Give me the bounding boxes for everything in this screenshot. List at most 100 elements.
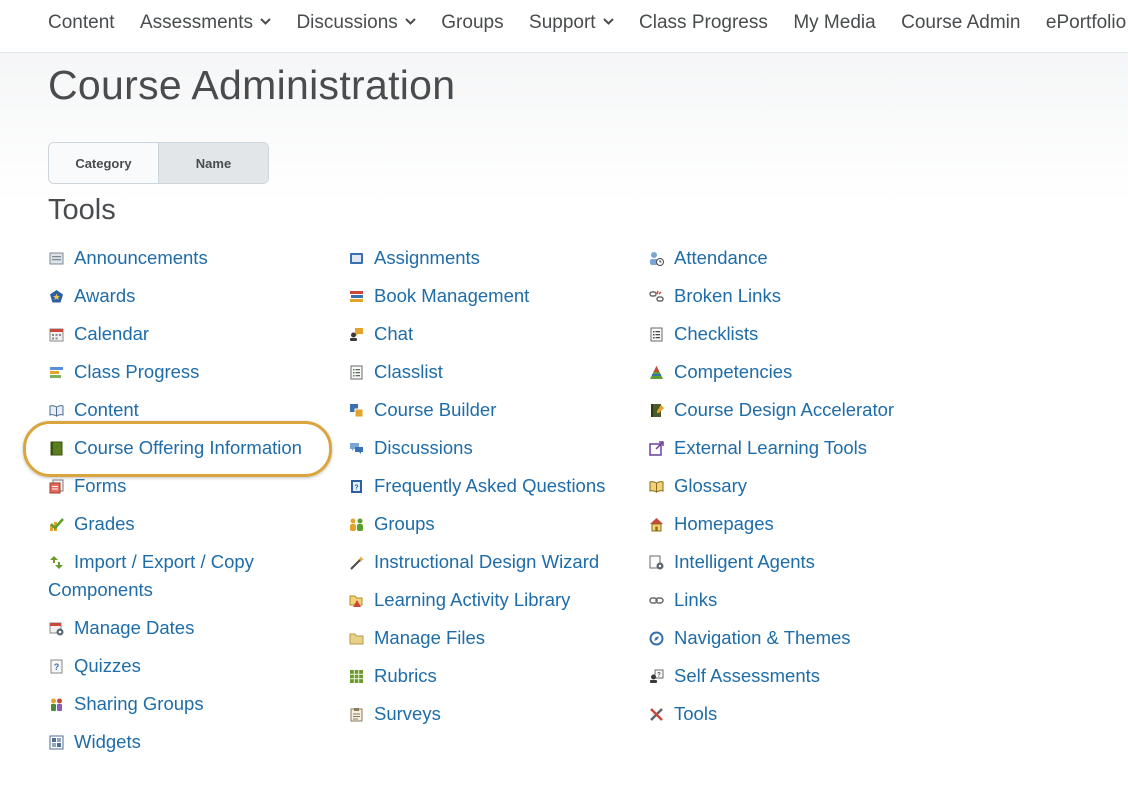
activity-library-icon xyxy=(349,593,364,608)
nav-groups[interactable]: Groups xyxy=(441,12,503,34)
tool-broken-links[interactable]: Broken Links xyxy=(648,282,968,310)
tool-faq[interactable]: ? Frequently Asked Questions xyxy=(348,472,638,500)
tool-label: Course Design Accelerator xyxy=(674,399,895,420)
tool-forms[interactable]: Forms xyxy=(48,472,338,500)
tool-content[interactable]: Content xyxy=(48,396,338,424)
assignments-icon xyxy=(349,251,364,266)
nav-label: ePortfolio xyxy=(1045,12,1127,33)
announcements-icon xyxy=(49,251,64,266)
tool-learning-activity-library[interactable]: Learning Activity Library xyxy=(348,586,638,614)
tool-self-assessments[interactable]: ? Self Assessments xyxy=(648,662,968,690)
tool-label: Frequently Asked Questions xyxy=(374,475,606,496)
tool-label: Instructional Design Wizard xyxy=(374,551,600,572)
tool-label: Rubrics xyxy=(374,665,437,686)
nav-assessments[interactable]: Assessments xyxy=(140,12,271,34)
page-title: Course Administration xyxy=(48,62,456,108)
tool-label: Tools xyxy=(674,703,718,724)
tool-surveys[interactable]: Surveys xyxy=(348,700,638,728)
tool-label: Awards xyxy=(74,285,136,306)
faq-icon: ? xyxy=(349,479,364,494)
tool-class-progress[interactable]: Class Progress xyxy=(48,358,338,386)
nav-label: Support xyxy=(529,12,596,33)
self-assessments-icon: ? xyxy=(649,669,664,684)
tool-intelligent-agents[interactable]: Intelligent Agents xyxy=(648,548,968,576)
tool-glossary[interactable]: Glossary xyxy=(648,472,968,500)
tool-competencies[interactable]: Competencies xyxy=(648,358,968,386)
nav-discussions[interactable]: Discussions xyxy=(296,12,416,34)
nav-my-media[interactable]: My Media xyxy=(793,12,875,34)
tool-awards[interactable]: Awards xyxy=(48,282,338,310)
intelligent-agents-icon xyxy=(649,555,664,570)
nav-label: Groups xyxy=(441,12,504,33)
navigation-icon xyxy=(649,631,664,646)
tool-label: Navigation & Themes xyxy=(674,627,851,648)
broken-links-icon xyxy=(649,289,664,304)
svg-text:?: ? xyxy=(354,485,358,492)
tool-course-builder[interactable]: Course Builder xyxy=(348,396,638,424)
tool-label: Surveys xyxy=(374,703,441,724)
tool-label: Discussions xyxy=(374,437,473,458)
nav-support[interactable]: Support xyxy=(529,12,614,34)
tool-navigation-themes[interactable]: Navigation & Themes xyxy=(648,624,968,652)
tool-links[interactable]: Links xyxy=(648,586,968,614)
tool-external-learning-tools[interactable]: External Learning Tools xyxy=(648,434,968,462)
tool-label: Forms xyxy=(74,475,127,496)
chevron-down-icon xyxy=(602,18,614,25)
tool-sharing-groups[interactable]: Sharing Groups xyxy=(48,690,338,718)
widgets-icon xyxy=(49,735,64,750)
tool-label: Sharing Groups xyxy=(74,693,204,714)
tool-attendance[interactable]: Attendance xyxy=(648,244,968,272)
grades-icon xyxy=(49,517,64,532)
nav-course-admin[interactable]: Course Admin xyxy=(901,12,1020,34)
tool-course-offering-information[interactable]: Course Offering Information xyxy=(23,421,338,477)
classlist-icon xyxy=(349,365,364,380)
nav-label: Assessments xyxy=(140,12,253,33)
class-progress-icon xyxy=(49,365,64,380)
tool-label: Chat xyxy=(374,323,414,344)
nav-eportfolio[interactable]: ePortfolio xyxy=(1046,12,1126,34)
tool-label: Broken Links xyxy=(674,285,781,306)
tool-tools[interactable]: Tools xyxy=(648,700,968,728)
tool-discussions[interactable]: Discussions xyxy=(348,434,638,462)
tool-label: Announcements xyxy=(74,247,208,268)
chat-icon xyxy=(349,327,364,342)
tool-manage-files[interactable]: Manage Files xyxy=(348,624,638,652)
tool-label: Book Management xyxy=(374,285,530,306)
category-view-button[interactable]: Category xyxy=(49,143,159,183)
tool-label: Import / Export / Copy Components xyxy=(48,551,254,600)
nav-label: Course Admin xyxy=(901,12,1021,33)
tool-widgets[interactable]: Widgets xyxy=(48,728,338,756)
nav-content[interactable]: Content xyxy=(48,12,115,34)
tool-book-management[interactable]: Book Management xyxy=(348,282,638,310)
name-view-button[interactable]: Name xyxy=(159,143,268,183)
tool-grades[interactable]: Grades xyxy=(48,510,338,538)
tool-rubrics[interactable]: Rubrics xyxy=(348,662,638,690)
tool-label: External Learning Tools xyxy=(674,437,868,458)
tool-classlist[interactable]: Classlist xyxy=(348,358,638,386)
chevron-down-icon xyxy=(405,18,416,25)
tool-label: Grades xyxy=(74,513,135,534)
tool-import-export-copy[interactable]: Import / Export / Copy Components xyxy=(48,548,308,604)
tool-manage-dates[interactable]: Manage Dates xyxy=(48,614,338,642)
tool-checklists[interactable]: Checklists xyxy=(648,320,968,348)
tool-groups[interactable]: Groups xyxy=(348,510,638,538)
tool-label: Competencies xyxy=(674,361,793,382)
tool-course-design-accelerator[interactable]: Course Design Accelerator xyxy=(648,396,968,424)
svg-text:?: ? xyxy=(657,673,661,679)
tool-label: Course Offering Information xyxy=(74,437,302,458)
nav-label: Content xyxy=(48,12,115,33)
sharing-groups-icon xyxy=(49,697,64,712)
course-builder-icon xyxy=(349,403,364,418)
attendance-icon xyxy=(649,251,664,266)
tool-label: Links xyxy=(674,589,718,610)
nav-class-progress[interactable]: Class Progress xyxy=(639,12,768,34)
tool-announcements[interactable]: Announcements xyxy=(48,244,338,272)
nav-label: Discussions xyxy=(296,12,398,33)
tool-assignments[interactable]: Assignments xyxy=(348,244,638,272)
tool-chat[interactable]: Chat xyxy=(348,320,638,348)
tool-label: Quizzes xyxy=(74,655,141,676)
tool-calendar[interactable]: Calendar xyxy=(48,320,338,348)
tool-instructional-design-wizard[interactable]: Instructional Design Wizard xyxy=(348,548,638,576)
tool-homepages[interactable]: Homepages xyxy=(648,510,968,538)
tool-quizzes[interactable]: ? Quizzes xyxy=(48,652,338,680)
